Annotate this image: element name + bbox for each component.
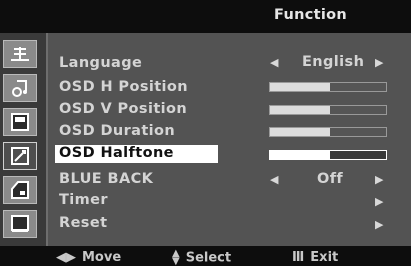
key-hint-bar: ◀▶ Move ▲ ▼ Select Ⅲ Exit <box>0 246 411 266</box>
slider-fill <box>270 83 331 91</box>
move-hint-label: Move <box>82 250 122 265</box>
information-icon <box>11 181 29 199</box>
select-hint: ▲ ▼ Select <box>172 248 232 266</box>
tab-information[interactable] <box>3 176 37 204</box>
exit-icon <box>11 215 29 232</box>
select-hint-label: Select <box>185 250 232 266</box>
osd-h-position-slider[interactable] <box>269 82 387 92</box>
up-down-arrows-icon: ▲ ▼ <box>172 248 180 266</box>
blue-back-value: Off <box>317 171 344 187</box>
menu-item-osd-duration[interactable]: OSD Duration <box>59 123 175 139</box>
menu-item-osd-halftone[interactable]: OSD Halftone <box>59 145 174 161</box>
right-arrow-icon[interactable]: ▶ <box>375 173 383 187</box>
exit-hint-label: Exit <box>310 250 339 265</box>
move-hint: ◀▶ Move <box>56 250 121 266</box>
osd-duration-slider[interactable] <box>269 127 387 137</box>
menu-title: Function <box>274 7 348 23</box>
color-adjust-icon <box>12 80 27 97</box>
osd-menu: Function Language ◀ English ▶ OSD H Posi… <box>0 0 411 266</box>
osd-halftone-slider[interactable] <box>269 150 387 160</box>
menu-item-blue-back[interactable]: BLUE BACK <box>59 171 153 187</box>
left-arrow-icon[interactable]: ◀ <box>270 56 278 70</box>
image-setup-icon <box>11 113 29 131</box>
tab-exit[interactable] <box>3 210 37 238</box>
slider-fill <box>270 151 331 159</box>
slider-fill <box>270 128 331 136</box>
language-value: English <box>302 54 365 70</box>
menu-header: Function <box>0 0 411 33</box>
menu-item-osd-h-position[interactable]: OSD H Position <box>59 79 188 95</box>
tab-color-adjust[interactable] <box>3 74 37 102</box>
slider-fill <box>270 106 331 114</box>
left-arrow-icon[interactable]: ◀ <box>270 173 278 187</box>
menu-item-reset[interactable]: Reset <box>59 215 107 231</box>
tab-image-setup[interactable] <box>3 108 37 136</box>
menu-item-osd-v-position[interactable]: OSD V Position <box>59 101 187 117</box>
function-icon <box>11 147 29 165</box>
menu-item-language[interactable]: Language <box>59 55 142 71</box>
exit-hint: Ⅲ Exit <box>292 250 338 266</box>
left-right-arrows-icon: ◀▶ <box>56 250 76 265</box>
picture-adjust-icon <box>11 47 29 61</box>
category-sidebar <box>0 33 48 246</box>
right-arrow-icon[interactable]: ▶ <box>375 195 383 209</box>
menu-button-icon: Ⅲ <box>292 250 305 265</box>
right-arrow-icon[interactable]: ▶ <box>375 218 383 232</box>
tab-function[interactable] <box>3 142 37 170</box>
menu-item-timer[interactable]: Timer <box>59 192 108 208</box>
osd-v-position-slider[interactable] <box>269 105 387 115</box>
tab-picture-adjust[interactable] <box>3 40 37 68</box>
right-arrow-icon[interactable]: ▶ <box>375 56 383 70</box>
